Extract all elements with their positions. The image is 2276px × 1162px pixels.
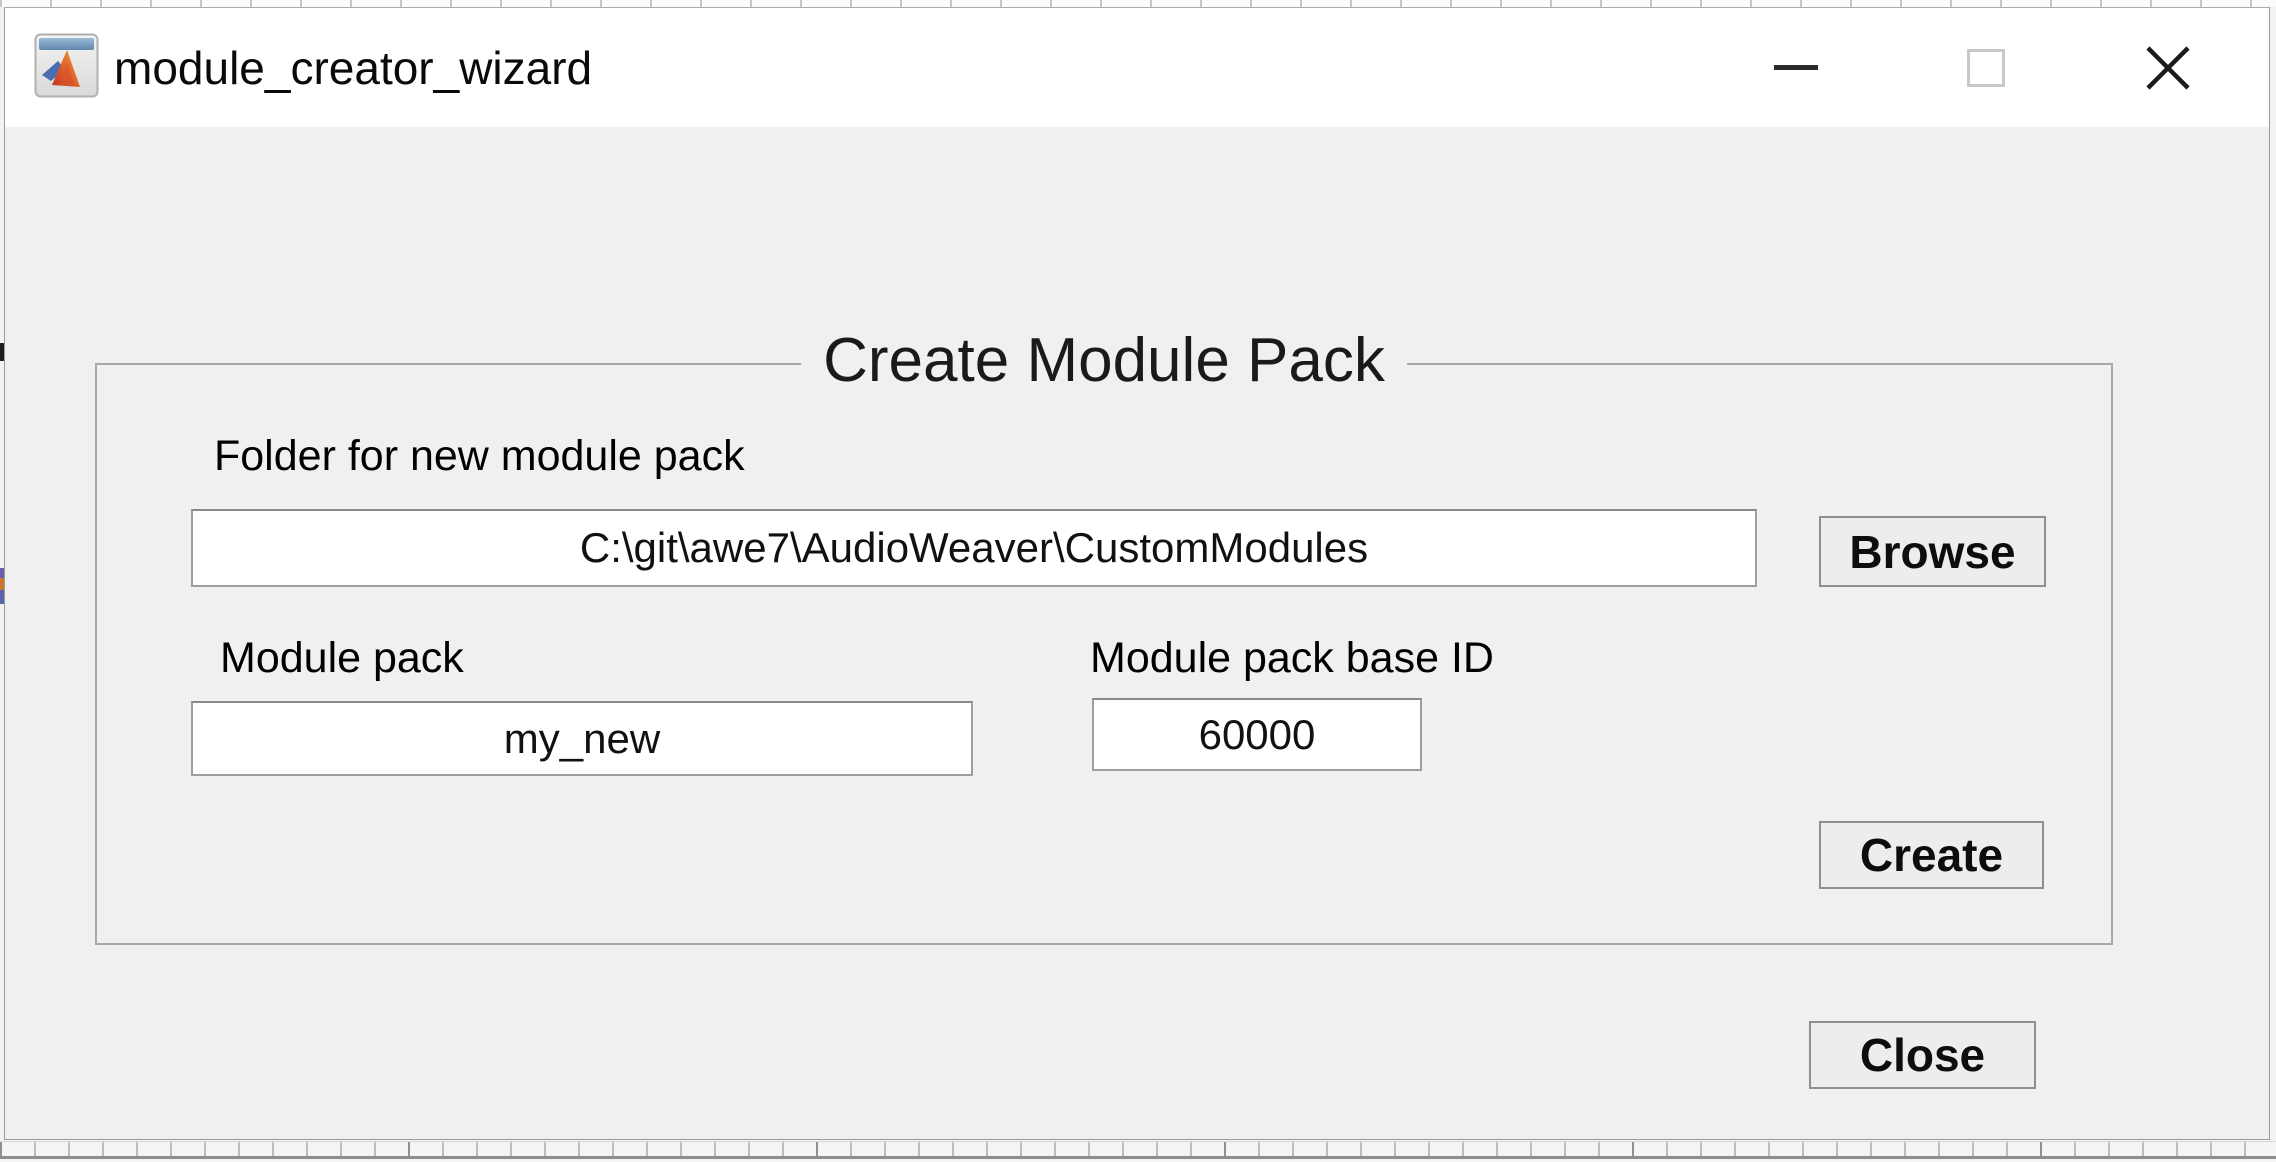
window-title: module_creator_wizard [114,8,592,127]
module-pack-field-label: Module pack [220,634,464,683]
module-pack-base-id-input[interactable] [1092,698,1422,771]
create-button[interactable]: Create [1819,821,2044,889]
matlab-figure-icon [34,33,99,98]
grid-baseline [0,1156,2276,1159]
background-spreadsheet-grid-top [0,0,2276,7]
base-id-field-label: Module pack base ID [1090,634,1494,683]
folder-path-input[interactable] [191,509,1757,587]
module-pack-input[interactable] [191,701,973,776]
maximize-icon [1967,49,2005,87]
screen-background: module_creator_wizard Create Module Pack… [0,0,2276,1162]
minimize-button[interactable] [1731,8,1861,127]
background-spreadsheet-grid-bottom [0,1140,2276,1162]
module-creator-wizard-window: module_creator_wizard Create Module Pack… [4,7,2270,1140]
minimize-icon [1774,65,1818,70]
grid-cells [0,1141,2276,1156]
groupbox-title: Create Module Pack [801,325,1407,396]
browse-button-label: Browse [1849,525,2015,579]
close-icon [2142,42,2194,94]
close-button-label: Close [1860,1028,1985,1082]
create-button-label: Create [1860,828,2003,882]
browse-button[interactable]: Browse [1819,516,2046,587]
maximize-button[interactable] [1921,8,2051,127]
close-window-button[interactable] [2103,8,2233,127]
folder-field-label: Folder for new module pack [214,432,745,481]
close-button[interactable]: Close [1809,1021,2036,1089]
titlebar[interactable]: module_creator_wizard [5,8,2269,127]
